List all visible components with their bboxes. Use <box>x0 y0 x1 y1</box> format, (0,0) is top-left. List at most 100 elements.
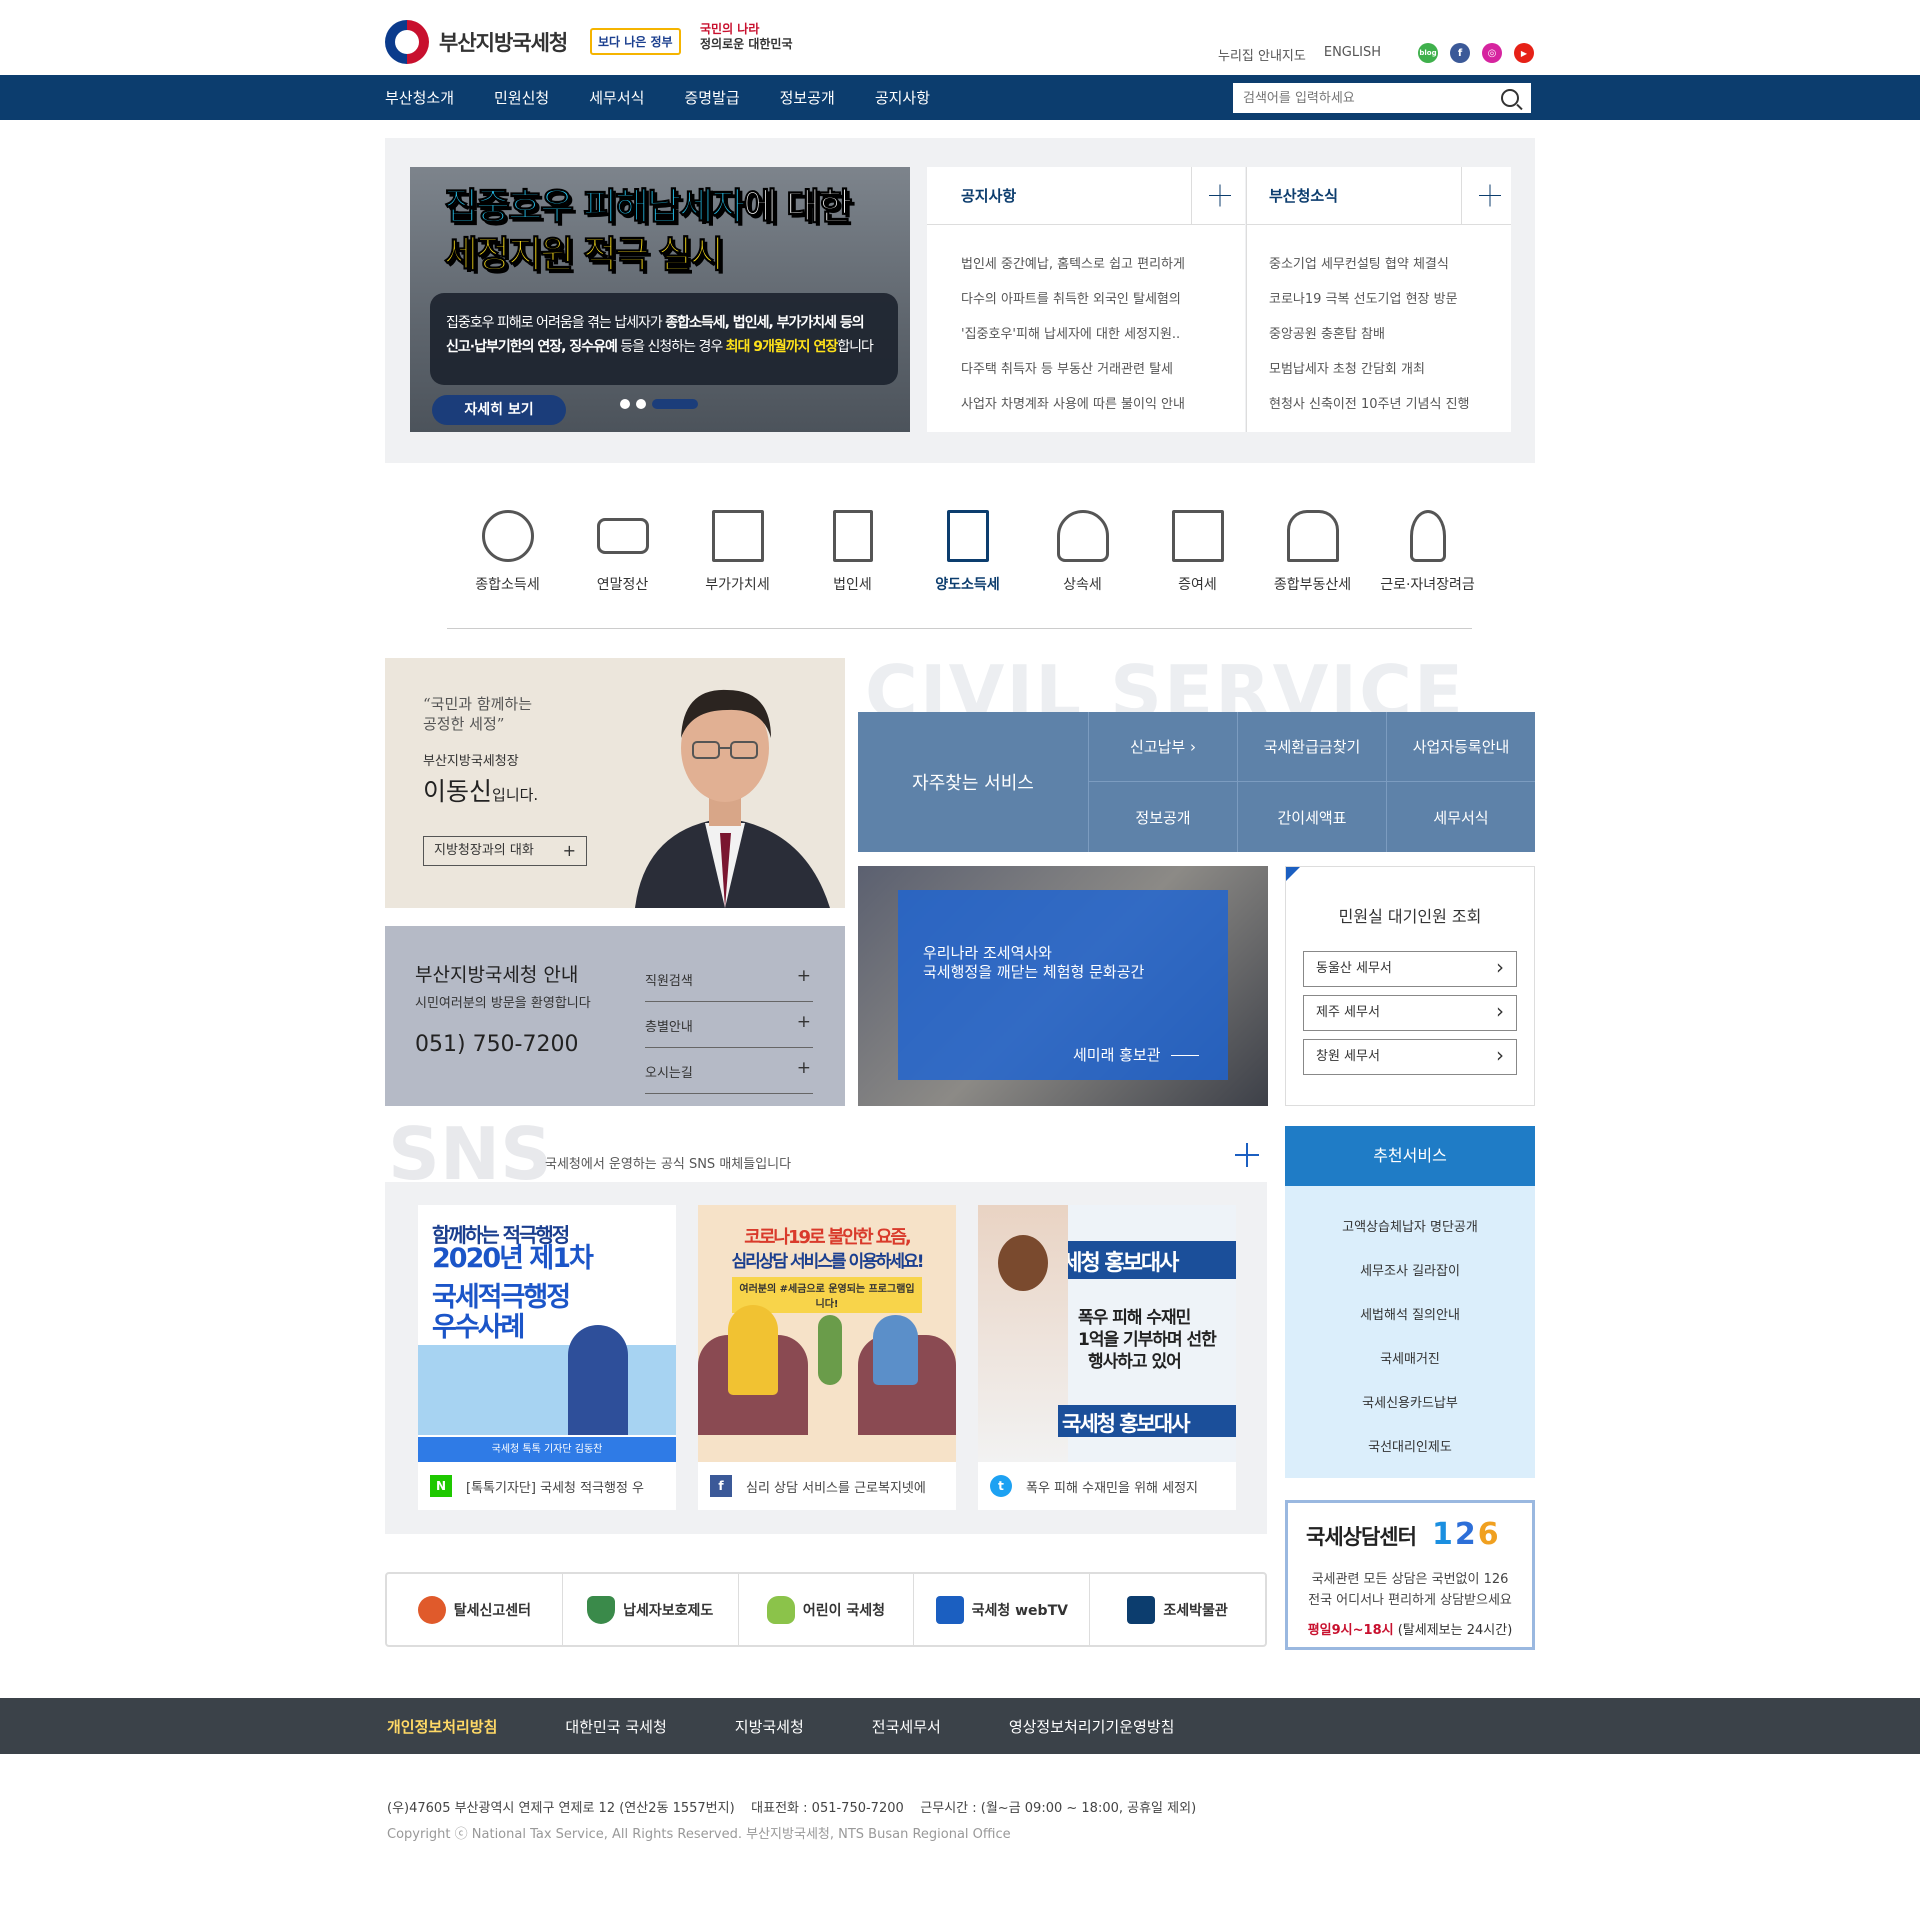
sns-more-icon[interactable] <box>1235 1143 1259 1167</box>
commissioner-title: 부산지방국세청장 <box>423 754 519 769</box>
store-icon <box>711 510 764 562</box>
taxpayer-protection-link[interactable]: 납세자보호제도 <box>563 1574 739 1645</box>
nav-item-disclosure[interactable]: 정보공개 <box>780 87 835 108</box>
search-icon[interactable] <box>1501 89 1519 107</box>
instagram-icon[interactable]: ◎ <box>1482 43 1502 63</box>
commissioner-quote: “국민과 함께하는 공정한 세정” <box>423 695 533 733</box>
tax-consult-center[interactable]: 국세상담센터 126 국세관련 모든 상담은 국번없이 126 전국 어디서나 편… <box>1285 1500 1535 1650</box>
sns-card[interactable]: 함께하는 적극행정 2020년 제1차 국세적극행정 우수사례 국세청 톡톡 기… <box>418 1205 676 1510</box>
webtv-link[interactable]: 국세청 webTV <box>914 1574 1091 1645</box>
service-tax-table[interactable]: 간이세액표 <box>1237 782 1386 852</box>
list-item[interactable]: 현청사 신축이전 10주년 기념식 진행 <box>1269 387 1511 422</box>
service-business-registration[interactable]: 사업자등록안내 <box>1386 712 1535 782</box>
tax-menu-item[interactable]: 법인세 <box>795 510 910 594</box>
sns-card[interactable]: 국세청 홍보대사 폭우 피해 수재민 1억을 기부하며 선한 행사하고 있어 국… <box>978 1205 1236 1510</box>
main-nav: 부산청소개 민원신청 세무서식 증명발급 정보공개 공지사항 <box>0 75 1920 120</box>
tax-offices-link[interactable]: 전국세무서 <box>872 1716 941 1737</box>
news-title[interactable]: 부산청소식 <box>1269 185 1338 206</box>
recommended-services: 추천서비스 고액상습체납자 명단공개 세무조사 길라잡이 세법해석 질의안내 국… <box>1285 1126 1535 1478</box>
english-link[interactable]: ENGLISH <box>1324 45 1381 64</box>
list-item[interactable]: 다수의 아파트를 취득한 외국인 탈세혐의 <box>961 282 1245 317</box>
facebook-icon[interactable]: f <box>1450 43 1470 63</box>
tax-menu-item[interactable]: 근로·자녀장려금 <box>1370 510 1485 594</box>
list-item[interactable]: 다주택 취득자 등 부동산 거래관련 탈세 <box>961 352 1245 387</box>
banner-more-button[interactable]: 자세히 보기 <box>432 395 566 425</box>
news-board: 부산청소식 중소기업 세무컨설팅 협약 체결식 코로나19 극복 선도기업 현장… <box>1246 166 1511 432</box>
recommended-item[interactable]: 국선대리인제도 <box>1285 1426 1535 1470</box>
tax-menu-item[interactable]: 부가가치세 <box>680 510 795 594</box>
tax-menu-item[interactable]: 종합소득세 <box>450 510 565 594</box>
museum-banner[interactable]: 우리나라 조세역사와 국세행정을 깨닫는 체험형 문화공간 세미래 홍보관 <box>858 866 1268 1106</box>
recommended-item[interactable]: 세무조사 길라잡이 <box>1285 1250 1535 1294</box>
service-refund[interactable]: 국세환급금찾기 <box>1237 712 1386 782</box>
service-disclosure[interactable]: 정보공개 <box>1088 782 1237 852</box>
tax-menu-item[interactable]: 상속세 <box>1025 510 1140 594</box>
pager-dot[interactable] <box>636 399 646 409</box>
list-item[interactable]: 코로나19 극복 선도기업 현장 방문 <box>1269 282 1511 317</box>
list-item[interactable]: 법인세 중간예납, 홈텍스로 쉽고 편리하게 <box>961 247 1245 282</box>
service-tax-forms[interactable]: 세무서식 <box>1386 782 1535 852</box>
nav-item-intro[interactable]: 부산청소개 <box>385 87 454 108</box>
news-more-icon[interactable] <box>1461 166 1511 225</box>
search-input[interactable] <box>1233 84 1493 112</box>
shield-icon <box>587 1595 616 1624</box>
office-select[interactable]: 동울산 세무서 <box>1303 950 1517 987</box>
floor-guide-link[interactable]: 층별안내 <box>645 1002 813 1048</box>
privacy-policy-link[interactable]: 개인정보처리방침 <box>387 1716 497 1737</box>
slogan-line1: 국민의 나라 <box>700 22 760 36</box>
regional-office-link[interactable]: 지방국세청 <box>735 1716 804 1737</box>
service-report-pay[interactable]: 신고납부 › <box>1088 712 1237 782</box>
office-select[interactable]: 제주 세무서 <box>1303 994 1517 1031</box>
blog-icon[interactable]: blog <box>1418 43 1438 63</box>
commissioner-talk-button[interactable]: 지방청장과의 대화 <box>423 836 587 866</box>
recommended-item[interactable]: 국세신용카드납부 <box>1285 1382 1535 1426</box>
banner-title: 집중호우 피해납세자에 대한 세정지원 적극 실시 <box>443 185 852 277</box>
list-item[interactable]: 중앙공원 충혼탑 참배 <box>1269 317 1511 352</box>
youtube-icon[interactable]: ▶ <box>1514 43 1534 63</box>
tax-menu-label: 법인세 <box>833 577 872 593</box>
nts-link[interactable]: 대한민국 국세청 <box>565 1716 666 1737</box>
notice-more-icon[interactable] <box>1191 166 1245 225</box>
list-item[interactable]: 사업자 차명계좌 사용에 따른 불이익 안내 <box>961 387 1245 422</box>
museum-link[interactable]: 세미래 홍보관 <box>1073 1044 1199 1065</box>
recommended-item[interactable]: 세법해석 질의안내 <box>1285 1294 1535 1338</box>
museum-icon <box>1127 1595 1156 1624</box>
kids-nts-link[interactable]: 어린이 국세청 <box>739 1574 915 1645</box>
tax-museum-link[interactable]: 조세박물관 <box>1090 1574 1265 1645</box>
notice-title[interactable]: 공지사항 <box>961 185 1016 206</box>
site-logo[interactable]: 부산지방국세청 <box>385 20 568 64</box>
sns-card[interactable]: 코로나19로 불안한 요즘, 심리상담 서비스를 이용하세요! 여러분의 #세금… <box>698 1205 956 1510</box>
cctv-policy-link[interactable]: 영상정보처리기기운영방침 <box>1009 1716 1175 1737</box>
nav-item-petition[interactable]: 민원신청 <box>494 87 549 108</box>
main-banner[interactable]: 집중호우 피해납세자에 대한 세정지원 적극 실시 집중호우 피해로 어려움을 … <box>410 167 910 432</box>
commissioner-name: 이동신입니다. <box>423 777 539 806</box>
nav-item-notice[interactable]: 공지사항 <box>875 87 930 108</box>
tax-report-center-link[interactable]: 탈세신고센터 <box>387 1574 563 1645</box>
sns-subtitle: 국세청에서 운영하는 공식 SNS 매체들입니다 <box>545 1157 792 1172</box>
pager-dot-active[interactable] <box>652 399 698 409</box>
office-phone: 051) 750-7200 <box>415 1032 579 1057</box>
recommended-item[interactable]: 고액상습체납자 명단공개 <box>1285 1206 1535 1250</box>
twitter-icon: t <box>990 1475 1012 1497</box>
tax-menu-item[interactable]: 증여세 <box>1140 510 1255 594</box>
nav-item-certificate[interactable]: 증명발급 <box>684 87 739 108</box>
staff-search-link[interactable]: 직원검색 <box>645 956 813 1002</box>
recommended-item[interactable]: 국세매거진 <box>1285 1338 1535 1382</box>
list-item[interactable]: 모범납세자 초청 간담회 개최 <box>1269 352 1511 387</box>
tax-menu-label: 상속세 <box>1063 577 1102 593</box>
list-item[interactable]: '집중호우'피해 납세자에 대한 세정지원.. <box>961 317 1245 352</box>
tax-menu-item[interactable]: 종합부동산세 <box>1255 510 1370 594</box>
frequent-services-label: 자주찾는 서비스 <box>912 773 1034 794</box>
gift-icon <box>1171 510 1224 562</box>
pager-dot[interactable] <box>620 399 630 409</box>
sitemap-link[interactable]: 누리집 안내지도 <box>1218 45 1306 64</box>
nav-item-forms[interactable]: 세무서식 <box>589 87 644 108</box>
waiting-lookup: 민원실 대기인원 조회 동울산 세무서 제주 세무서 창원 세무서 <box>1285 866 1535 1106</box>
tax-menu-item-active[interactable]: 양도소득세 <box>910 510 1025 594</box>
office-select[interactable]: 창원 세무서 <box>1303 1038 1517 1075</box>
org-name: 부산지방국세청 <box>439 31 568 55</box>
list-item[interactable]: 중소기업 세무컨설팅 협약 체결식 <box>1269 247 1511 282</box>
search-box <box>1233 83 1531 113</box>
directions-link[interactable]: 오시는길 <box>645 1048 813 1094</box>
tax-menu-item[interactable]: 연말정산 <box>565 510 680 594</box>
